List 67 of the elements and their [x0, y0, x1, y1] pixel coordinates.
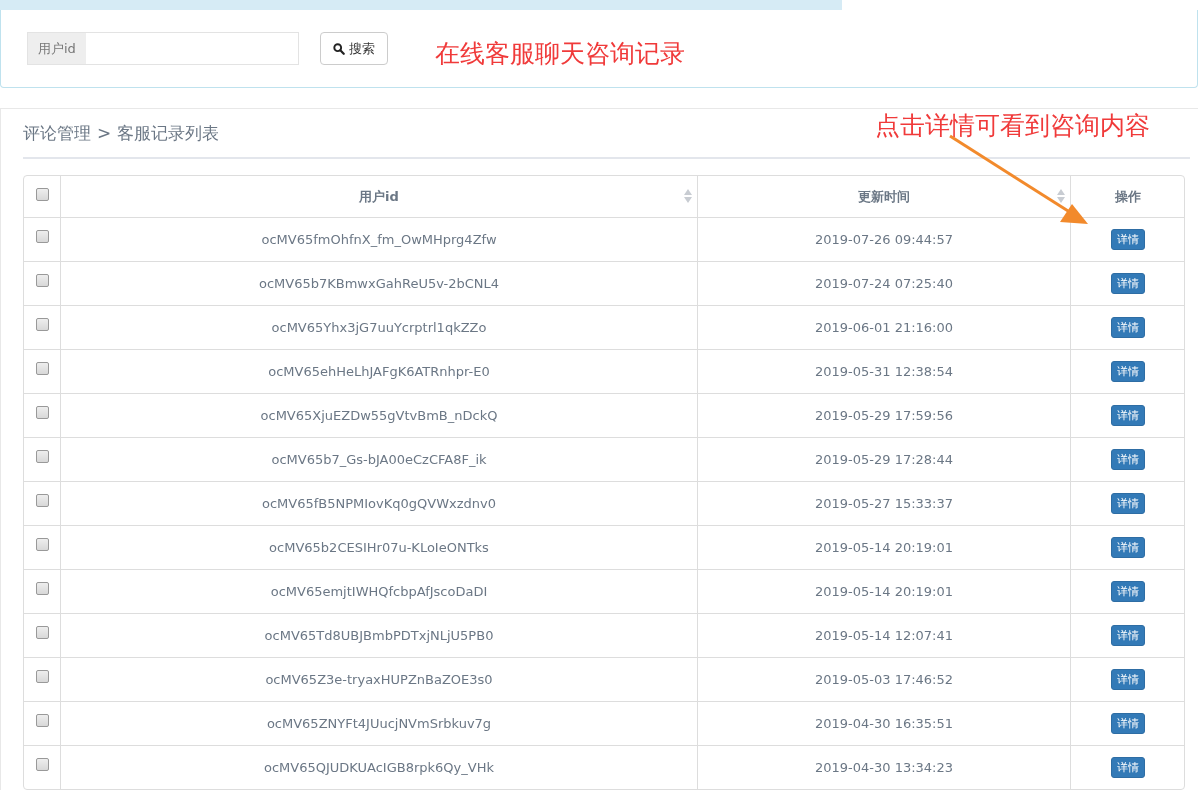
user-id-field[interactable]: 用户id	[27, 32, 299, 65]
details-button[interactable]: 详情	[1110, 273, 1145, 294]
table-cell: 2019-05-29 17:28:44	[814, 452, 954, 467]
table-cell: ocMV65Td8UBJBmbPDTxjNLjU5PB0	[264, 628, 494, 643]
table-cell: ocMV65XjuEZDw55gVtvBmB_nDckQ	[260, 408, 498, 423]
details-button[interactable]: 详情	[1110, 625, 1145, 646]
row-checkbox[interactable]	[35, 318, 49, 331]
header-cell[interactable]: 用户id	[60, 176, 697, 217]
row-checkbox[interactable]	[35, 274, 49, 287]
row-checkbox[interactable]	[35, 714, 49, 727]
breadcrumb-current: 客服记录列表	[117, 121, 220, 145]
details-button[interactable]: 详情	[1110, 581, 1145, 602]
table-cell: ocMV65QJUDKUAcIGB8rpk6Qy_VHk	[264, 760, 494, 775]
table-cell: ocMV65ZNYFt4JUucjNVmSrbkuv7g	[266, 716, 492, 731]
row-checkbox[interactable]	[35, 362, 49, 375]
table-cell: 2019-07-24 07:25:40	[814, 276, 954, 291]
row-checkbox[interactable]	[35, 230, 49, 243]
row-checkbox[interactable]	[35, 670, 49, 683]
search-button[interactable]: 搜索	[320, 32, 388, 65]
details-button[interactable]: 详情	[1110, 493, 1145, 514]
table-cell: 2019-06-01 21:16:00	[814, 320, 954, 335]
details-button[interactable]: 详情	[1110, 405, 1145, 426]
table-cell: ocMV65fmOhfnX_fm_OwMHprg4Zfw	[261, 232, 497, 247]
sort-icon[interactable]	[1057, 189, 1065, 203]
table-cell: ocMV65b2CESIHr07u-KLoIeONTks	[269, 540, 489, 555]
row-checkbox[interactable]	[35, 406, 49, 419]
row-checkbox[interactable]	[35, 626, 49, 639]
sort-icon[interactable]	[684, 189, 692, 203]
column-header: 操作	[1114, 187, 1141, 206]
details-button[interactable]: 详情	[1110, 713, 1145, 734]
table-cell: 2019-04-30 13:34:23	[814, 760, 954, 775]
details-button[interactable]: 详情	[1110, 317, 1145, 338]
annotation-text: 在线客服聊天咨询记录	[435, 38, 685, 70]
details-button[interactable]: 详情	[1110, 361, 1145, 382]
row-checkbox[interactable]	[35, 494, 49, 507]
table-cell: 2019-05-14 20:19:01	[814, 540, 954, 555]
details-button[interactable]: 详情	[1110, 757, 1145, 778]
column-header: 更新时间	[858, 187, 910, 206]
breadcrumb-link[interactable]: 评论管理	[23, 121, 91, 145]
table-cell: 2019-04-30 16:35:51	[814, 716, 954, 731]
search-icon	[333, 42, 345, 55]
table-cell: ocMV65ehHeLhJAFgK6ATRnhpr-E0	[268, 364, 490, 379]
table-cell: ocMV65b7_Gs-bJA00eCzCFA8F_ik	[271, 452, 487, 467]
breadcrumb-separator: >	[97, 123, 112, 143]
table-cell: ocMV65b7KBmwxGahReU5v-2bCNL4	[258, 276, 500, 291]
table-cell: ocMV65Z3e-tryaxHUPZnBaZOE3s0	[265, 672, 493, 687]
row-checkbox[interactable]	[35, 538, 49, 551]
row-checkbox[interactable]	[35, 758, 49, 771]
table-cell: 2019-05-27 15:33:37	[814, 496, 954, 511]
column-header: 用户id	[359, 187, 399, 206]
table-cell: 2019-05-31 12:38:54	[814, 364, 954, 379]
table-cell: ocMV65emjtIWHQfcbpAfJscoDaDI	[270, 584, 488, 599]
row-checkbox[interactable]	[35, 450, 49, 463]
table-cell: 2019-05-14 12:07:41	[814, 628, 954, 643]
details-button[interactable]: 详情	[1110, 449, 1145, 470]
details-button[interactable]: 详情	[1110, 669, 1145, 690]
table-cell: 2019-05-03 17:46:52	[814, 672, 954, 687]
table-cell: 2019-05-14 20:19:01	[814, 584, 954, 599]
details-button[interactable]: 详情	[1110, 537, 1145, 558]
row-checkbox[interactable]	[35, 582, 49, 595]
table-cell: ocMV65fB5NPMIovKq0gQVWxzdnv0	[261, 496, 496, 511]
annotation-text: 点击详情可看到咨询内容	[875, 110, 1150, 142]
table-cell: 2019-07-26 09:44:57	[814, 232, 954, 247]
details-button[interactable]: 详情	[1110, 229, 1145, 250]
table-cell: ocMV65Yhx3jG7uuYcrptrl1qkZZo	[271, 320, 487, 335]
select-all-checkbox[interactable]	[35, 188, 49, 201]
table-cell: 2019-05-29 17:59:56	[814, 408, 954, 423]
